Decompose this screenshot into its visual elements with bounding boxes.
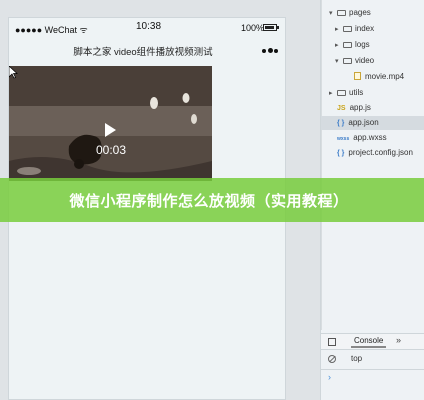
tree-file-movie[interactable]: movie.mp4	[354, 70, 404, 84]
chevron-down-icon[interactable]: ▾	[329, 7, 337, 21]
folder-icon	[343, 58, 352, 64]
tree-file-app-js[interactable]: JS app.js	[337, 101, 371, 115]
json-file-icon: { }	[337, 150, 345, 157]
mouse-cursor-icon	[9, 66, 18, 79]
banner-title: 微信小程序制作怎么放视频（实用教程）	[69, 193, 349, 210]
overlay-banner: 微信小程序制作怎么放视频（实用教程）	[0, 178, 424, 222]
video-duration: 00:03	[96, 143, 127, 157]
console-prompt[interactable]: ›	[328, 372, 331, 382]
nav-bar: 脚本之家 video组件播放视频测试	[9, 38, 285, 64]
clock: 10:38	[136, 21, 162, 32]
inspect-element-icon[interactable]	[328, 338, 336, 346]
tree-folder-logs[interactable]: ▸ logs	[335, 38, 370, 52]
status-bar: ●●●●● WeChat ᯤ 10:38 100%	[9, 18, 285, 38]
chevron-right-icon[interactable]: ▸	[329, 87, 337, 101]
tree-file-app-json[interactable]: { } app.json	[321, 116, 424, 130]
battery-percent: 100%	[241, 23, 265, 33]
play-icon[interactable]	[105, 123, 116, 137]
tree-folder-pages[interactable]: ▾ pages	[329, 6, 371, 20]
file-icon	[354, 72, 361, 80]
page-title: 脚本之家 video组件播放视频测试	[73, 47, 213, 58]
tree-file-app-wxss[interactable]: wxss app.wxss	[337, 131, 387, 145]
context-select[interactable]: top	[351, 354, 362, 363]
tab-console[interactable]: Console	[351, 336, 387, 348]
panel-divider	[321, 0, 322, 330]
more-tabs-icon[interactable]: »	[396, 335, 401, 345]
chevron-right-icon[interactable]: ▸	[335, 39, 343, 53]
tree-folder-index[interactable]: ▸ index	[335, 22, 374, 36]
tree-folder-utils[interactable]: ▸ utils	[329, 86, 363, 100]
console-filter-bar: top	[321, 350, 424, 370]
devtools-tab-bar: Console »	[321, 333, 424, 350]
wxss-file-icon: wxss	[337, 136, 350, 142]
folder-icon	[343, 26, 352, 32]
clear-console-icon[interactable]	[328, 355, 336, 363]
more-menu-icon[interactable]	[262, 46, 278, 56]
tree-folder-video[interactable]: ▾ video	[335, 54, 374, 68]
tree-file-project-config[interactable]: { } project.config.json	[337, 146, 413, 160]
carrier-label: ●●●●● WeChat ᯤ	[15, 25, 88, 35]
folder-icon	[337, 10, 346, 16]
folder-icon	[343, 42, 352, 48]
chevron-down-icon[interactable]: ▾	[335, 55, 343, 69]
json-file-icon: { }	[337, 120, 345, 127]
js-file-icon: JS	[337, 105, 346, 112]
video-player[interactable]: 00:03	[9, 66, 212, 181]
battery-icon	[263, 24, 279, 31]
chevron-right-icon[interactable]: ▸	[335, 23, 343, 37]
folder-icon	[337, 90, 346, 96]
